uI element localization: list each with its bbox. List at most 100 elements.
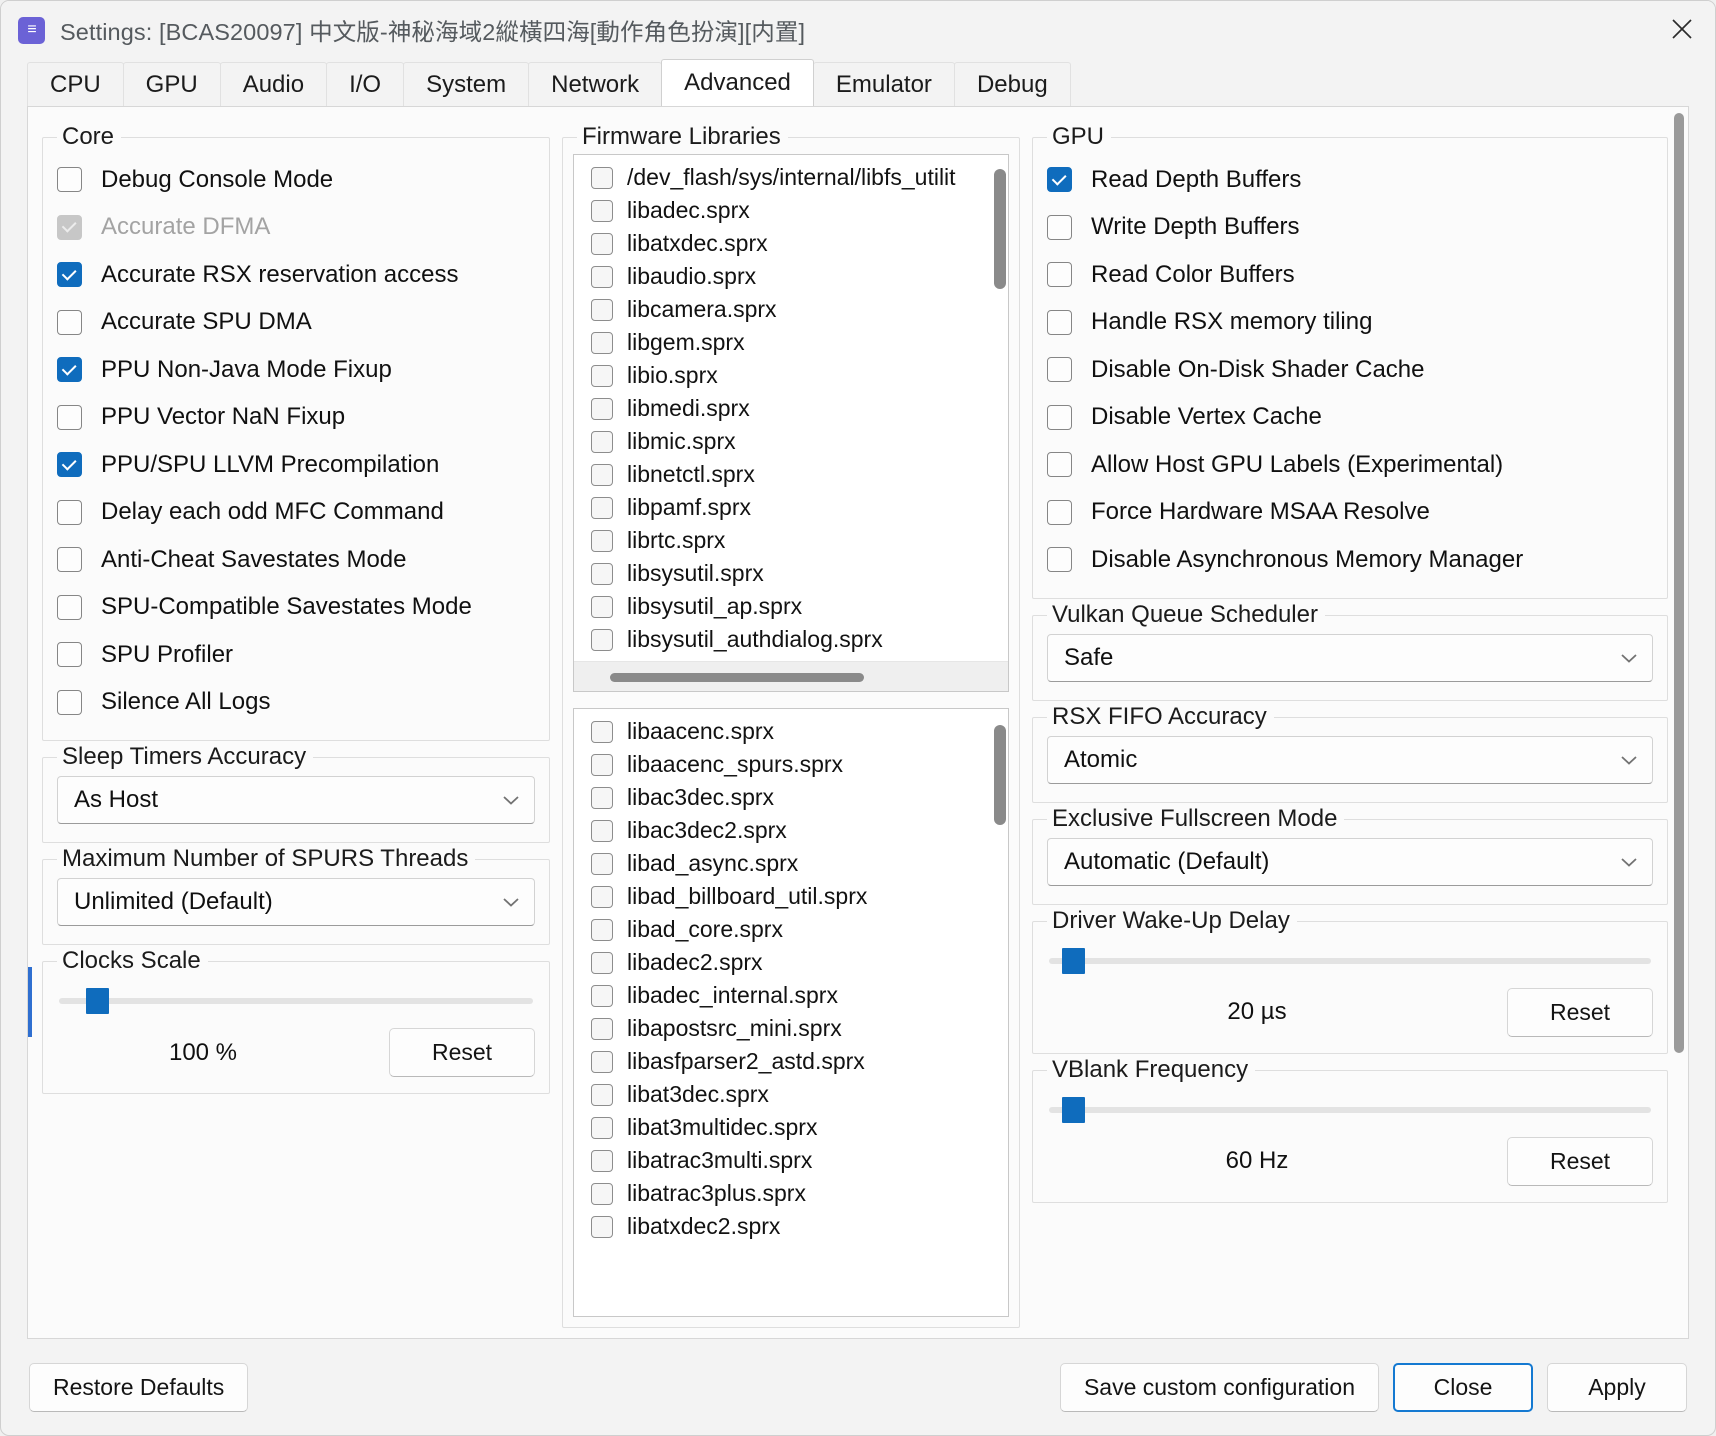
list-item[interactable]: libad_billboard_util.sprx	[574, 880, 1008, 913]
slider-handle[interactable]	[1062, 1096, 1086, 1123]
list-item[interactable]: librtc.sprx	[574, 524, 1008, 557]
list-item[interactable]: libsysutil_ap.sprx	[574, 590, 1008, 623]
checkbox-box[interactable]	[591, 819, 613, 842]
checkbox-anti-cheat-savestates-mode[interactable]: Anti-Cheat Savestates Mode	[57, 536, 535, 584]
checkbox-box[interactable]	[591, 298, 613, 321]
list-item[interactable]: libadec2.sprx	[574, 946, 1008, 979]
tab-io[interactable]: I/O	[326, 62, 405, 106]
list-item[interactable]: libsysutil_authdialog.sprx	[574, 623, 1008, 656]
checkbox-box[interactable]	[591, 463, 613, 486]
checkbox-box[interactable]	[591, 1017, 613, 1040]
tab-advanced[interactable]: Advanced	[661, 59, 814, 106]
checkbox-box[interactable]	[591, 496, 613, 519]
checkbox-box[interactable]	[591, 628, 613, 651]
tab-debug[interactable]: Debug	[953, 62, 1071, 106]
checkbox-box[interactable]	[591, 529, 613, 552]
checkbox-box[interactable]	[591, 951, 613, 974]
checkbox-ppu-spu-llvm-precompilation[interactable]: PPU/SPU LLVM Precompilation	[57, 441, 535, 489]
checkbox-handle-rsx-memory-tiling[interactable]: Handle RSX memory tiling	[1047, 299, 1653, 347]
restore-defaults-button[interactable]: Restore Defaults	[29, 1362, 249, 1412]
checkbox-box[interactable]	[591, 331, 613, 354]
checkbox-box[interactable]	[591, 595, 613, 618]
driver-wakeup-delay-slider[interactable]	[1047, 944, 1653, 978]
list-vertical-scrollbar[interactable]	[994, 725, 1006, 825]
list-item[interactable]: libmedi.sprx	[574, 392, 1008, 425]
checkbox-ppu-non-java-mode-fixup[interactable]: PPU Non-Java Mode Fixup	[57, 346, 535, 394]
list-item[interactable]: libio.sprx	[574, 359, 1008, 392]
checkbox-read-color-buffers[interactable]: Read Color Buffers	[1047, 251, 1653, 299]
list-item[interactable]: libapostsrc_mini.sprx	[574, 1012, 1008, 1045]
list-item[interactable]: libac3dec.sprx	[574, 781, 1008, 814]
checkbox-box[interactable]	[591, 1083, 613, 1106]
checkbox-box[interactable]	[591, 885, 613, 908]
checkbox-write-depth-buffers[interactable]: Write Depth Buffers	[1047, 204, 1653, 252]
slider-handle[interactable]	[85, 988, 109, 1014]
driver-wakeup-delay-reset-button[interactable]: Reset	[1507, 987, 1653, 1037]
firmware-libraries-list-secondary[interactable]: libaacenc.sprx libaacenc_spurs.sprx liba…	[573, 708, 1009, 1317]
exclusive-fullscreen-mode-select[interactable]: Automatic (Default)	[1047, 837, 1653, 886]
list-item[interactable]: libatxdec2.sprx	[574, 1210, 1008, 1243]
sleep-timers-accuracy-select[interactable]: As Host	[57, 776, 535, 824]
list-item[interactable]: libat3multidec.sprx	[574, 1111, 1008, 1144]
list-horizontal-scrollbar-thumb[interactable]	[610, 673, 864, 682]
list-item[interactable]: libadec.sprx	[574, 194, 1008, 227]
checkbox-read-depth-buffers[interactable]: Read Depth Buffers	[1047, 156, 1653, 204]
maximum-spurs-threads-select[interactable]: Unlimited (Default)	[57, 878, 535, 926]
checkbox-box[interactable]	[591, 1182, 613, 1205]
slider-handle[interactable]	[1062, 947, 1086, 974]
checkbox-box[interactable]	[591, 232, 613, 255]
vulkan-queue-scheduler-select[interactable]: Safe	[1047, 633, 1653, 682]
checkbox-box[interactable]	[591, 265, 613, 288]
checkbox-box[interactable]	[591, 397, 613, 420]
checkbox-box[interactable]	[591, 984, 613, 1007]
list-item[interactable]: libatrac3plus.sprx	[574, 1177, 1008, 1210]
rsx-fifo-accuracy-select[interactable]: Atomic	[1047, 735, 1653, 784]
checkbox-box[interactable]	[591, 166, 613, 189]
checkbox-debug-console-mode[interactable]: Debug Console Mode	[57, 156, 535, 204]
list-item[interactable]: libac3dec2.sprx	[574, 814, 1008, 847]
checkbox-spu-compatible-savestates-mode[interactable]: SPU-Compatible Savestates Mode	[57, 584, 535, 632]
list-vertical-scrollbar[interactable]	[994, 169, 1006, 289]
checkbox-box[interactable]	[591, 1050, 613, 1073]
list-item[interactable]: libsysutil.sprx	[574, 557, 1008, 590]
save-custom-configuration-button[interactable]: Save custom configuration	[1059, 1362, 1379, 1412]
checkbox-spu-profiler[interactable]: SPU Profiler	[57, 631, 535, 679]
vblank-frequency-reset-button[interactable]: Reset	[1507, 1136, 1653, 1186]
checkbox-delay-each-odd-mfc-command[interactable]: Delay each odd MFC Command	[57, 489, 535, 537]
checkbox-allow-host-gpu-labels[interactable]: Allow Host GPU Labels (Experimental)	[1047, 441, 1653, 489]
list-item[interactable]: /dev_flash/sys/internal/libfs_utilit	[574, 161, 1008, 194]
list-item[interactable]: libmic.sprx	[574, 425, 1008, 458]
firmware-libraries-list-primary[interactable]: /dev_flash/sys/internal/libfs_utilit lib…	[573, 154, 1009, 692]
checkbox-ppu-vector-nan-fixup[interactable]: PPU Vector NaN Fixup	[57, 394, 535, 442]
checkbox-box[interactable]	[591, 753, 613, 776]
checkbox-box[interactable]	[591, 562, 613, 585]
checkbox-box[interactable]	[591, 1215, 613, 1238]
tab-emulator[interactable]: Emulator	[812, 62, 955, 106]
list-item[interactable]: libat3dec.sprx	[574, 1078, 1008, 1111]
list-item[interactable]: libaudio.sprx	[574, 260, 1008, 293]
list-item[interactable]: libcamera.sprx	[574, 293, 1008, 326]
list-item[interactable]: libgem.sprx	[574, 326, 1008, 359]
list-item[interactable]: libad_core.sprx	[574, 913, 1008, 946]
clocks-scale-reset-button[interactable]: Reset	[389, 1028, 535, 1077]
checkbox-force-hardware-msaa-resolve[interactable]: Force Hardware MSAA Resolve	[1047, 489, 1653, 537]
tab-gpu[interactable]: GPU	[122, 62, 221, 106]
tab-network[interactable]: Network	[528, 62, 663, 106]
checkbox-accurate-rsx-reservation-access[interactable]: Accurate RSX reservation access	[57, 251, 535, 299]
tab-cpu[interactable]: CPU	[27, 62, 124, 106]
clocks-scale-slider[interactable]	[57, 984, 535, 1018]
tab-system[interactable]: System	[403, 62, 530, 106]
list-item[interactable]: libpamf.sprx	[574, 491, 1008, 524]
checkbox-disable-asynchronous-memory-manager[interactable]: Disable Asynchronous Memory Manager	[1047, 536, 1653, 584]
list-item[interactable]: libadec_internal.sprx	[574, 979, 1008, 1012]
apply-button[interactable]: Apply	[1547, 1362, 1687, 1412]
checkbox-accurate-spu-dma[interactable]: Accurate SPU DMA	[57, 299, 535, 347]
checkbox-box[interactable]	[591, 720, 613, 743]
checkbox-silence-all-logs[interactable]: Silence All Logs	[57, 679, 535, 727]
checkbox-box[interactable]	[591, 364, 613, 387]
vblank-frequency-slider[interactable]	[1047, 1093, 1653, 1127]
list-item[interactable]: libaacenc.sprx	[574, 715, 1008, 748]
checkbox-box[interactable]	[591, 1149, 613, 1172]
pane-vertical-scrollbar-thumb[interactable]	[1674, 113, 1684, 1053]
list-item[interactable]: libnetctl.sprx	[574, 458, 1008, 491]
